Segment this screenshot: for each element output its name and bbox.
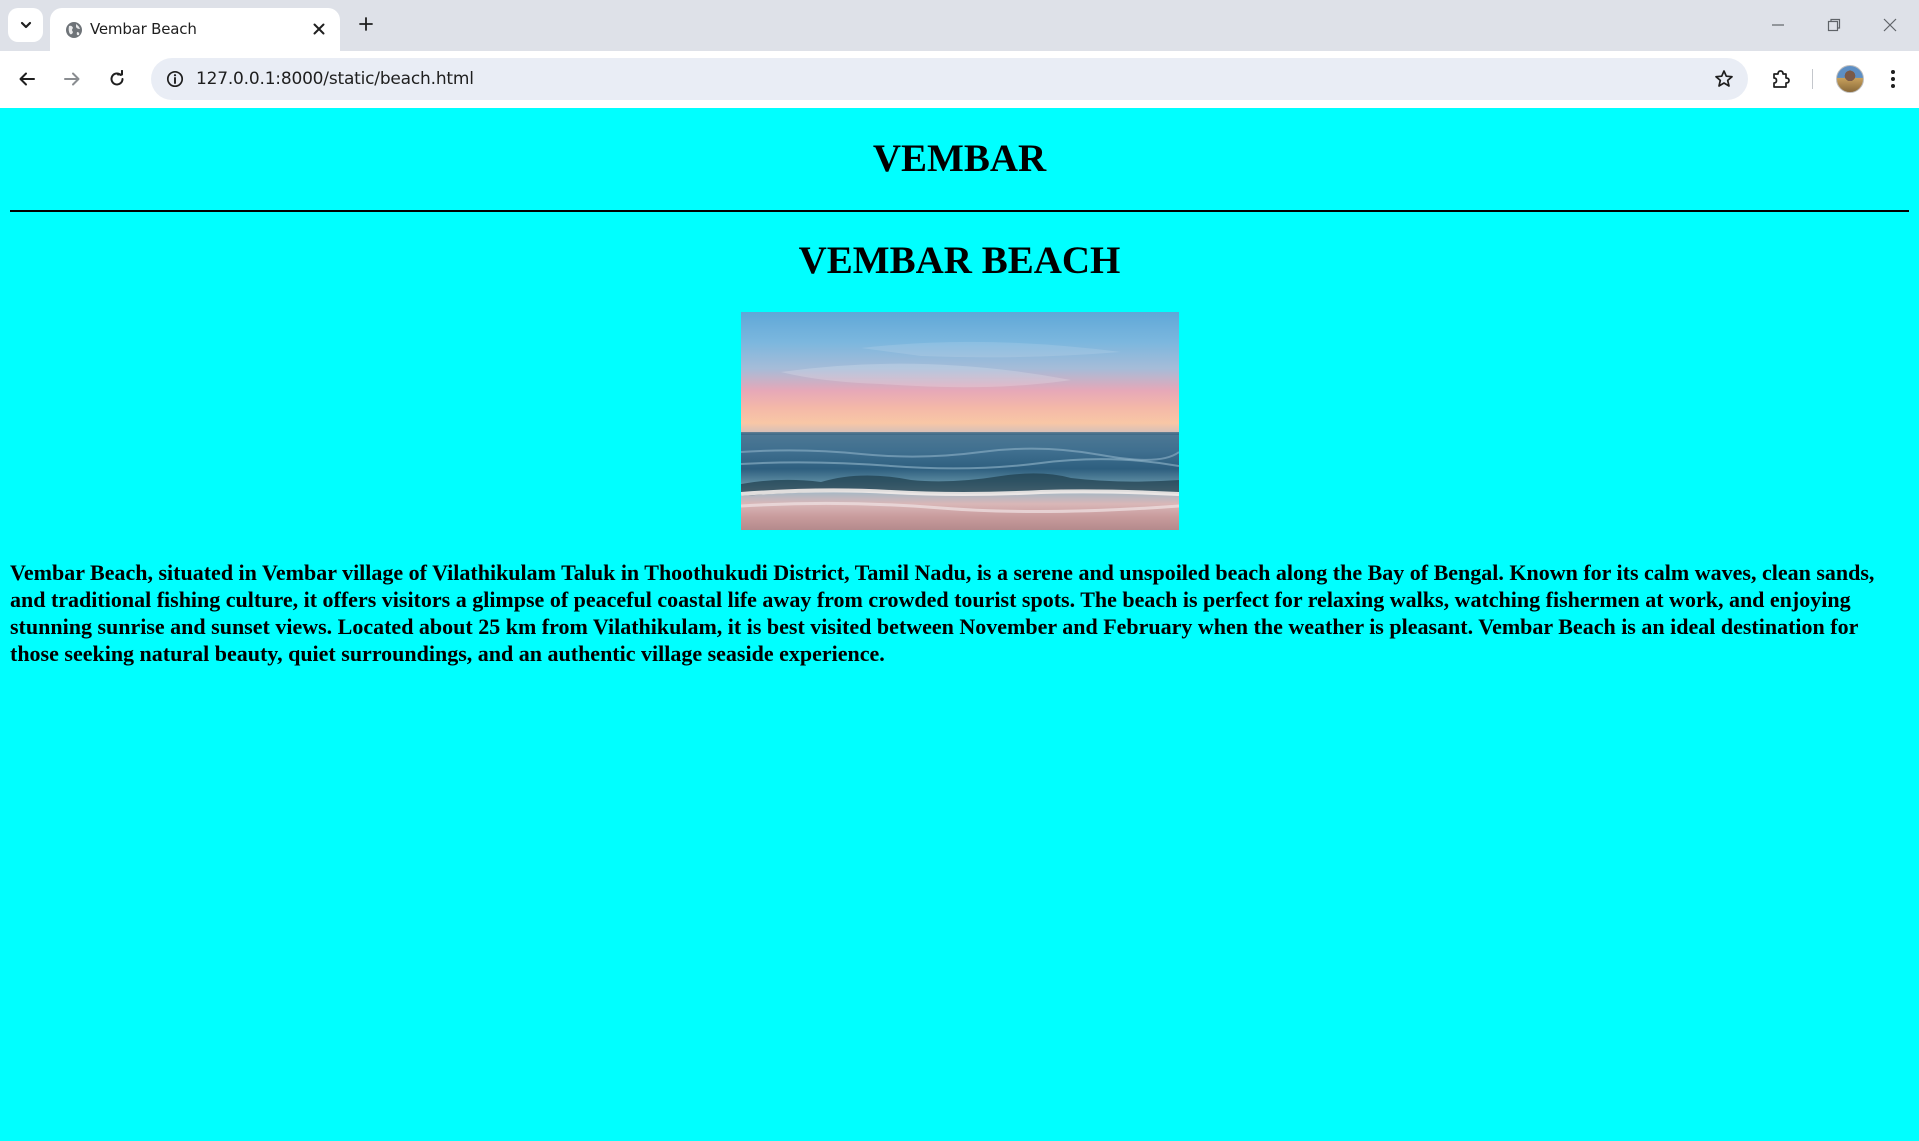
active-tab[interactable]: Vembar Beach: [50, 8, 340, 51]
beach-photo: [741, 312, 1179, 530]
arrow-right-icon: [64, 72, 80, 86]
reload-button[interactable]: [101, 63, 133, 95]
minimize-icon: [1772, 24, 1784, 26]
plus-icon: [359, 17, 373, 31]
restore-button[interactable]: [1814, 8, 1854, 42]
tab-close-button[interactable]: [308, 18, 330, 40]
toolbar-divider: [1812, 69, 1813, 89]
browser-menu-button[interactable]: [1877, 63, 1909, 95]
tab-strip: Vembar Beach: [0, 0, 1919, 51]
extensions-button[interactable]: [1765, 63, 1797, 95]
site-info-button[interactable]: [161, 65, 189, 93]
new-tab-button[interactable]: [352, 10, 380, 38]
beach-description: Vembar Beach, situated in Vembar village…: [10, 560, 1875, 666]
site-heading: VEMBAR: [872, 137, 1047, 180]
beach-heading: VEMBAR BEACH: [798, 239, 1121, 282]
close-icon: [313, 23, 325, 35]
star-icon: [1715, 70, 1733, 87]
address-bar[interactable]: 127.0.0.1:8000/static/beach.html: [151, 58, 1748, 100]
url-text[interactable]: 127.0.0.1:8000/static/beach.html: [196, 69, 474, 89]
tab-title: Vembar Beach: [90, 20, 197, 38]
arrow-left-icon: [19, 72, 35, 86]
page-viewport: VEMBAR VEMBAR BEACH Vembar Beach, situat…: [0, 108, 1919, 1141]
close-window-button[interactable]: [1870, 8, 1910, 42]
kebab-menu-icon: [1891, 70, 1895, 88]
bookmark-button[interactable]: [1710, 65, 1738, 93]
puzzle-icon: [1773, 70, 1790, 88]
horizontal-rule: [10, 210, 1909, 212]
chevron-down-icon: [20, 21, 31, 29]
minimize-button[interactable]: [1758, 8, 1798, 42]
profile-avatar[interactable]: [1836, 65, 1864, 93]
forward-button[interactable]: [56, 63, 88, 95]
back-button[interactable]: [11, 63, 43, 95]
beach-photo-waves: [741, 341, 1179, 514]
reload-icon: [110, 70, 124, 86]
tab-search-button[interactable]: [8, 8, 43, 42]
info-icon: [166, 70, 184, 88]
browser-toolbar: 127.0.0.1:8000/static/beach.html: [0, 51, 1919, 108]
globe-icon: [66, 22, 82, 38]
restore-icon: [1827, 18, 1841, 32]
close-icon: [1883, 18, 1897, 32]
